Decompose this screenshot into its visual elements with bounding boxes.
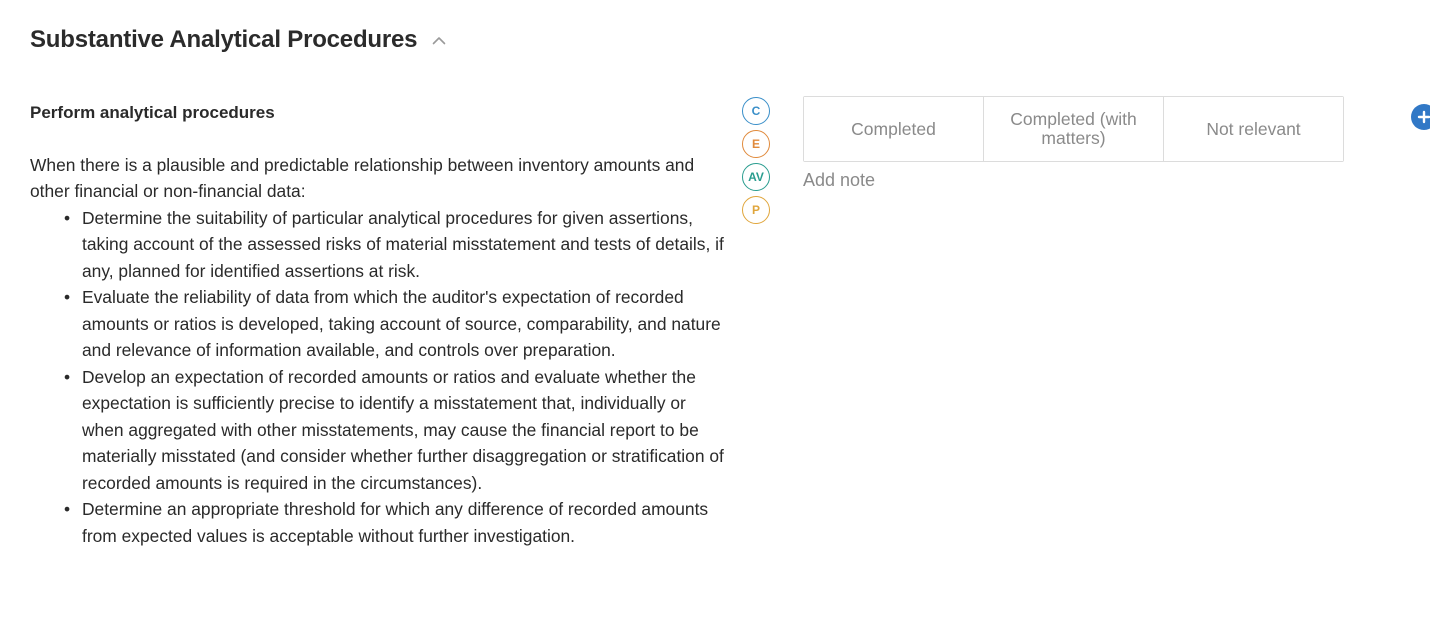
add-note-link[interactable]: Add note: [803, 170, 875, 191]
plus-circle-icon[interactable]: [1411, 104, 1430, 130]
status-completed-with-matters-button[interactable]: Completed (with matters): [983, 97, 1163, 161]
procedure-intro: When there is a plausible and predictabl…: [30, 154, 695, 202]
procedure-step: Evaluate the reliability of data from wh…: [64, 284, 730, 364]
assertion-badges: C E AV P: [742, 97, 770, 224]
procedure-step: Determine an appropriate threshold for w…: [64, 496, 730, 549]
status-completed-button[interactable]: Completed: [804, 97, 983, 161]
assertion-badge-existence: E: [742, 130, 770, 158]
chevron-up-icon[interactable]: [431, 32, 447, 48]
status-not-relevant-button[interactable]: Not relevant: [1163, 97, 1343, 161]
section-header: Substantive Analytical Procedures: [30, 26, 447, 54]
status-selector: Completed Completed (with matters) Not r…: [803, 96, 1344, 162]
procedure-step: Determine the suitability of particular …: [64, 205, 730, 285]
procedure-title: Perform analytical procedures: [30, 103, 275, 122]
procedure-steps: Determine the suitability of particular …: [30, 205, 730, 550]
section-title: Substantive Analytical Procedures: [30, 26, 418, 53]
procedure-description: Perform analytical procedures When there…: [30, 100, 730, 549]
assertion-badge-accuracy-valuation: AV: [742, 163, 770, 191]
assertion-badge-completeness: C: [742, 97, 770, 125]
assertion-badge-presentation: P: [742, 196, 770, 224]
page: Substantive Analytical Procedures Perfor…: [0, 0, 1430, 619]
procedure-step: Develop an expectation of recorded amoun…: [64, 364, 730, 497]
